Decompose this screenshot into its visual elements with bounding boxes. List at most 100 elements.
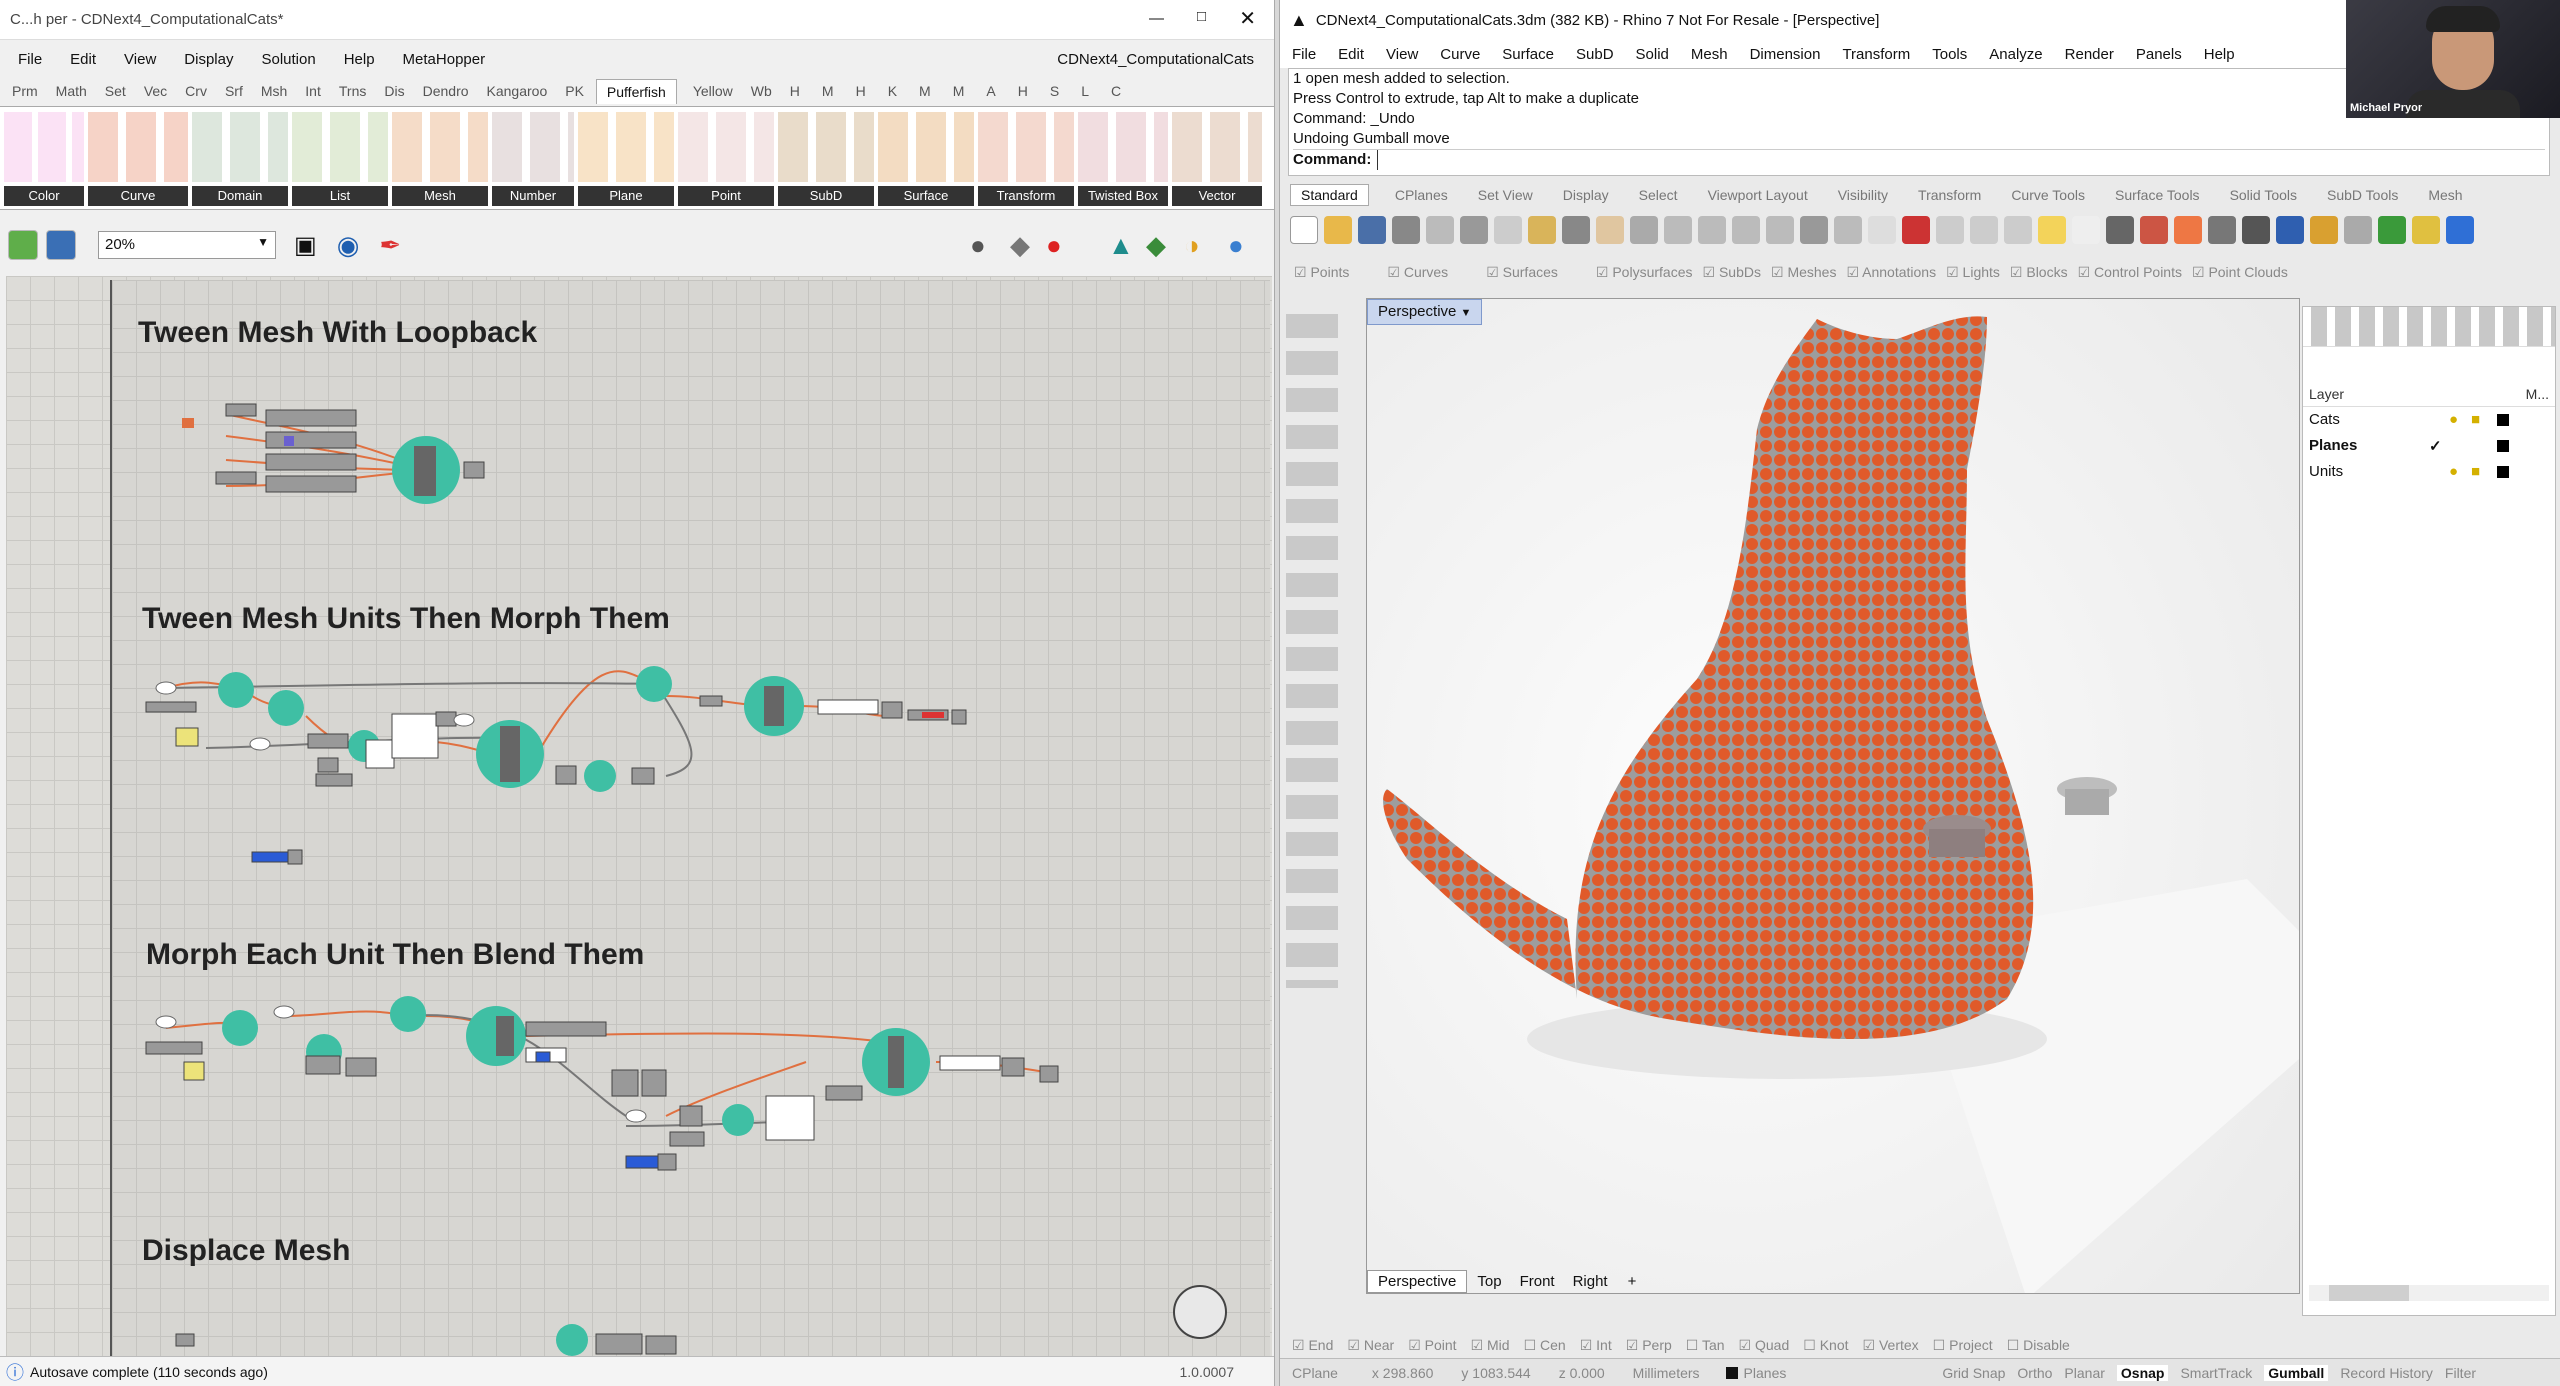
osnap-tan[interactable]: ☐ Tan bbox=[1686, 1337, 1725, 1354]
add-view-button[interactable]: + bbox=[1628, 1273, 1637, 1290]
lock-open-icon[interactable]: ■ bbox=[2471, 411, 2480, 428]
tab-mesh[interactable]: Mesh bbox=[2428, 187, 2462, 203]
rh-menu-subd[interactable]: SubD bbox=[1576, 46, 1614, 63]
properties-icon[interactable] bbox=[2140, 216, 2168, 244]
layer-row[interactable]: Cats ● ■ bbox=[2303, 407, 2555, 433]
color-wheel-icon[interactable] bbox=[2174, 216, 2202, 244]
material-icon[interactable]: ◑ bbox=[1184, 230, 1200, 261]
rh-menu-solid[interactable]: Solid bbox=[1636, 46, 1669, 63]
tab-set-view[interactable]: Set View bbox=[1478, 187, 1533, 203]
osnap-near[interactable]: ☑ Near bbox=[1347, 1337, 1394, 1354]
lightbulb-icon[interactable]: ● bbox=[2449, 411, 2458, 428]
layer-color-swatch[interactable] bbox=[2497, 414, 2509, 426]
grasshopper-icon[interactable] bbox=[2378, 216, 2406, 244]
menu-file[interactable]: File bbox=[18, 51, 42, 68]
osnap-point[interactable]: ☑ Point bbox=[1408, 1337, 1456, 1354]
light-icon[interactable] bbox=[2072, 216, 2100, 244]
filter-curves[interactable]: ☑ Curves bbox=[1387, 264, 1448, 281]
group-plane[interactable]: Plane bbox=[578, 112, 674, 206]
zoom-select[interactable]: 20% ▼ bbox=[98, 231, 276, 259]
cut-icon[interactable] bbox=[1460, 216, 1488, 244]
perspective-viewport[interactable]: Perspective ▼ Perspective Top Front Righ… bbox=[1366, 298, 2300, 1294]
car-icon[interactable] bbox=[1902, 216, 1930, 244]
tab-msh[interactable]: Msh bbox=[261, 83, 287, 99]
osnap-knot[interactable]: ☐ Knot bbox=[1803, 1337, 1848, 1354]
tab-h3[interactable]: H bbox=[1018, 83, 1028, 99]
tab-m2[interactable]: M bbox=[919, 83, 931, 99]
osnap-end[interactable]: ☑ End bbox=[1292, 1337, 1333, 1354]
toggle-smarttrack[interactable]: SmartTrack bbox=[2180, 1365, 2252, 1381]
menu-display[interactable]: Display bbox=[184, 51, 233, 68]
tab-s[interactable]: S bbox=[1050, 83, 1059, 99]
preview-shaded-icon[interactable]: ● bbox=[970, 230, 986, 261]
group-subd[interactable]: SubD bbox=[778, 112, 874, 206]
rendered-sphere-icon[interactable] bbox=[2242, 216, 2270, 244]
rh-menu-panels[interactable]: Panels bbox=[2136, 46, 2182, 63]
tab-display[interactable]: Display bbox=[1563, 187, 1609, 203]
tab-transform[interactable]: Transform bbox=[1918, 187, 1981, 203]
group-twisted-box[interactable]: Twisted Box bbox=[1078, 112, 1168, 206]
four-view-icon[interactable] bbox=[1800, 216, 1828, 244]
tab-curve-tools[interactable]: Curve Tools bbox=[2011, 187, 2085, 203]
zoom-selected-icon[interactable] bbox=[1766, 216, 1794, 244]
rh-menu-analyze[interactable]: Analyze bbox=[1989, 46, 2042, 63]
menu-metahopper[interactable]: MetaHopper bbox=[403, 51, 486, 68]
osnap-vertex[interactable]: ☑ Vertex bbox=[1863, 1337, 1919, 1354]
toggle-record-history[interactable]: Record History bbox=[2340, 1365, 2433, 1381]
rh-menu-transform[interactable]: Transform bbox=[1842, 46, 1910, 63]
status-layer-swatch[interactable] bbox=[1725, 1366, 1738, 1379]
layers-col-material[interactable]: M... bbox=[2526, 386, 2549, 402]
preview-wire-icon[interactable]: ◆ bbox=[1010, 230, 1030, 261]
bake-icon[interactable]: ▲ bbox=[1108, 230, 1134, 261]
tab-kangaroo[interactable]: Kangaroo bbox=[487, 83, 548, 99]
zoom-extents-icon[interactable] bbox=[1732, 216, 1760, 244]
rh-menu-curve[interactable]: Curve bbox=[1440, 46, 1480, 63]
tab-c[interactable]: C bbox=[1111, 83, 1121, 99]
tab-pufferfish[interactable]: Pufferfish bbox=[595, 78, 677, 104]
menu-help[interactable]: Help bbox=[344, 51, 375, 68]
layer-row[interactable]: Units ● ■ bbox=[2303, 459, 2555, 485]
tab-wb[interactable]: Wb bbox=[751, 83, 772, 99]
tab-select[interactable]: Select bbox=[1639, 187, 1678, 203]
layer-color-swatch[interactable] bbox=[2497, 440, 2509, 452]
filter-surfaces[interactable]: ☑ Surfaces bbox=[1486, 264, 1558, 281]
view-tab-front[interactable]: Front bbox=[1520, 1273, 1555, 1290]
toggle-planar[interactable]: Planar bbox=[2064, 1365, 2104, 1381]
osnap-disable[interactable]: ☐ Disable bbox=[2007, 1337, 2070, 1354]
sketch-pen-icon[interactable]: ✒ bbox=[379, 230, 401, 261]
pan-hand-icon[interactable] bbox=[1596, 216, 1624, 244]
layers-col-name[interactable]: Layer bbox=[2309, 386, 2344, 402]
menu-edit[interactable]: Edit bbox=[70, 51, 96, 68]
open-file-icon[interactable] bbox=[8, 230, 38, 260]
group-domain[interactable]: Domain bbox=[192, 112, 288, 206]
point-icon[interactable] bbox=[1936, 216, 1964, 244]
help-icon[interactable] bbox=[2446, 216, 2474, 244]
toggle-ortho[interactable]: Ortho bbox=[2017, 1365, 2052, 1381]
layer-icon[interactable] bbox=[2038, 216, 2066, 244]
close-button[interactable]: ✕ bbox=[1239, 6, 1256, 31]
tab-prm[interactable]: Prm bbox=[12, 83, 38, 99]
status-cplane[interactable]: CPlane bbox=[1292, 1365, 1338, 1381]
open-file-icon[interactable] bbox=[1324, 216, 1352, 244]
minimize-button[interactable]: — bbox=[1149, 10, 1164, 27]
rh-menu-mesh[interactable]: Mesh bbox=[1691, 46, 1728, 63]
tab-dis[interactable]: Dis bbox=[384, 83, 404, 99]
sun-icon[interactable] bbox=[2412, 216, 2440, 244]
save-icon[interactable] bbox=[1358, 216, 1386, 244]
shaded-sphere-icon[interactable] bbox=[2208, 216, 2236, 244]
osnap-project[interactable]: ☐ Project bbox=[1933, 1337, 1993, 1354]
gh-canvas[interactable]: Tween Mesh With Loopback Tween Mesh Unit… bbox=[6, 276, 1272, 1356]
rh-menu-render[interactable]: Render bbox=[2065, 46, 2114, 63]
menu-solution[interactable]: Solution bbox=[261, 51, 315, 68]
rh-menu-file[interactable]: File bbox=[1292, 46, 1316, 63]
tab-srf[interactable]: Srf bbox=[225, 83, 243, 99]
group-list[interactable]: List bbox=[292, 112, 388, 206]
tab-math[interactable]: Math bbox=[56, 83, 87, 99]
tab-standard[interactable]: Standard bbox=[1290, 184, 1369, 206]
toggle-filter[interactable]: Filter bbox=[2445, 1365, 2476, 1381]
layer-row-current[interactable]: Planes ✓ bbox=[2303, 433, 2555, 459]
tab-subd-tools[interactable]: SubD Tools bbox=[2327, 187, 2398, 203]
rh-menu-help[interactable]: Help bbox=[2204, 46, 2235, 63]
save-file-icon[interactable] bbox=[46, 230, 76, 260]
toggle-osnap[interactable]: Osnap bbox=[2116, 1364, 2169, 1381]
